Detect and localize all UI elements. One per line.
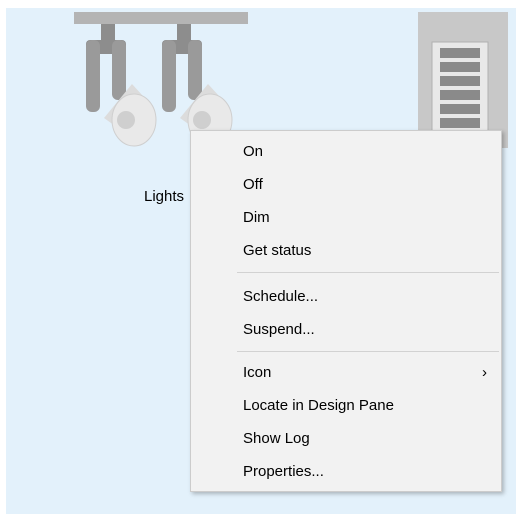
- menu-item-show-log[interactable]: Show Log: [191, 423, 501, 455]
- menu-item-label: Show Log: [243, 430, 310, 447]
- menu-separator: [237, 272, 499, 273]
- menu-item-dim[interactable]: Dim: [191, 202, 501, 234]
- chevron-right-icon: ›: [482, 364, 487, 381]
- menu-item-label: Schedule...: [243, 288, 319, 305]
- menu-item-label: Dim: [243, 209, 270, 226]
- menu-item-schedule[interactable]: Schedule...: [191, 281, 501, 313]
- menu-item-label: Locate in Design Pane: [243, 397, 394, 414]
- context-menu: On Off Dim Get status Schedule... Suspen…: [190, 130, 502, 492]
- menu-item-locate-in-design-pane[interactable]: Locate in Design Pane: [191, 390, 501, 422]
- menu-item-label: Icon: [243, 364, 272, 381]
- menu-item-get-status[interactable]: Get status: [191, 235, 501, 267]
- menu-item-label: Get status: [243, 242, 312, 259]
- menu-item-icon[interactable]: Icon ›: [191, 357, 501, 389]
- menu-item-label: Properties...: [243, 463, 324, 480]
- menu-item-suspend[interactable]: Suspend...: [191, 314, 501, 346]
- menu-item-label: On: [243, 143, 264, 160]
- menu-item-off[interactable]: Off: [191, 169, 501, 201]
- menu-item-label: Suspend...: [243, 321, 315, 338]
- menu-item-properties[interactable]: Properties...: [191, 456, 501, 488]
- menu-separator: [237, 351, 499, 352]
- menu-item-on[interactable]: On: [191, 136, 501, 168]
- menu-item-label: Off: [243, 176, 263, 193]
